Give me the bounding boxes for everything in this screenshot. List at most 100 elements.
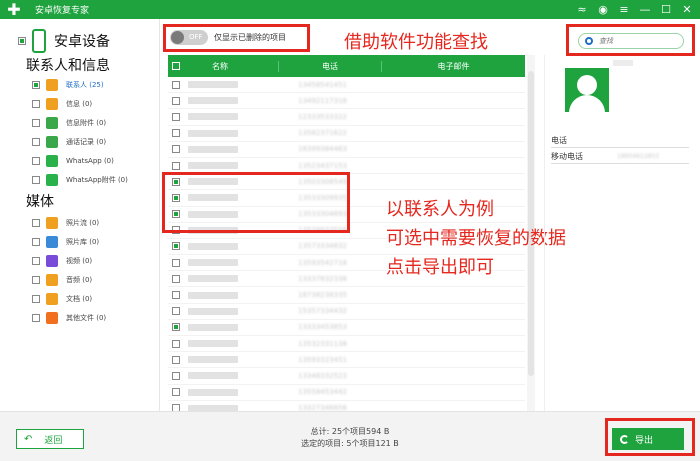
sidebar-item[interactable]: WhatsApp附件 (0): [32, 172, 128, 187]
sidebar-item[interactable]: 联系人 (25): [32, 77, 104, 92]
sidebar-item-checkbox[interactable]: [32, 237, 40, 246]
sidebar-item-checkbox[interactable]: [32, 218, 40, 227]
menu-icon[interactable]: ≡: [617, 3, 631, 16]
row-name: [188, 162, 238, 170]
row-phone: 13582371622: [298, 129, 347, 138]
attachment-icon: [46, 116, 58, 129]
row-phone: 13593323451: [298, 355, 347, 364]
detail-divider: [551, 147, 689, 148]
sidebar-item[interactable]: WhatsApp (0): [32, 153, 114, 168]
close-icon[interactable]: ✕: [680, 3, 694, 16]
sidebar-item[interactable]: 照片流 (0): [32, 215, 99, 230]
table-row[interactable]: 13458541451: [168, 77, 525, 94]
table-row[interactable]: 13593323451: [168, 352, 525, 369]
maximize-icon[interactable]: ☐: [659, 3, 673, 16]
sidebar-item[interactable]: 照片库 (0): [32, 234, 99, 249]
detail-mobile-value: 18954612853: [617, 153, 659, 160]
sidebar-item[interactable]: 视频 (0): [32, 253, 92, 268]
sidebar-item-checkbox[interactable]: [32, 99, 40, 108]
table-row[interactable]: 15357334432: [168, 304, 525, 320]
header-phone[interactable]: 电话: [278, 60, 381, 72]
row-phone: 13337832338: [298, 274, 347, 283]
row-checkbox[interactable]: [172, 355, 180, 364]
annotation-line: 可选中需要恢复的数据: [386, 228, 566, 249]
row-checkbox[interactable]: [172, 80, 180, 89]
row-phone: 15357334432: [298, 307, 347, 316]
row-checkbox[interactable]: [172, 145, 180, 154]
sidebar-item[interactable]: 通话记录 (0): [32, 134, 106, 149]
detail-divider: [551, 163, 689, 164]
table-row[interactable]: 12333533322: [168, 109, 525, 126]
video-icon: [46, 254, 58, 267]
sidebar-item-label: 通话记录 (0): [66, 137, 107, 146]
highlight-search-box: [566, 24, 695, 56]
message-icon: [46, 97, 58, 110]
highlight-export-button: [605, 418, 695, 456]
table-row[interactable]: 13532331138: [168, 336, 525, 353]
sidebar-item-checkbox[interactable]: [32, 313, 40, 322]
row-checkbox[interactable]: [172, 274, 180, 283]
sidebar-item[interactable]: 其他文件 (0): [32, 310, 106, 325]
row-checkbox[interactable]: [172, 307, 180, 316]
row-name: [188, 340, 238, 348]
highlight-selected-rows: [162, 172, 350, 233]
row-checkbox[interactable]: [172, 388, 180, 397]
row-checkbox[interactable]: [172, 291, 180, 300]
table-row[interactable]: 18738238335: [168, 287, 525, 304]
sidebar-item-checkbox[interactable]: [32, 156, 40, 165]
table-row[interactable]: 18399384463: [168, 142, 525, 158]
table-row[interactable]: 13558453442: [168, 385, 525, 401]
table-row[interactable]: 13348332523: [168, 368, 525, 385]
row-checkbox[interactable]: [172, 371, 180, 380]
row-checkbox[interactable]: [172, 161, 180, 170]
header-name[interactable]: 名称: [212, 61, 228, 72]
wifi-icon[interactable]: ≈: [575, 3, 589, 16]
row-name: [188, 307, 238, 315]
minimize-icon[interactable]: —: [638, 3, 652, 16]
avatar-icon: [565, 68, 609, 112]
sidebar-item-label: 照片流 (0): [66, 218, 100, 227]
table-row[interactable]: 13582371622: [168, 126, 525, 142]
table-row[interactable]: 13333453853: [168, 320, 525, 336]
sidebar-item-label: 其他文件 (0): [66, 313, 107, 322]
row-checkbox[interactable]: [172, 96, 180, 105]
row-name: [188, 242, 238, 250]
row-phone: 13492117316: [298, 96, 347, 105]
row-checkbox[interactable]: [172, 323, 180, 332]
row-checkbox[interactable]: [172, 129, 180, 138]
row-checkbox[interactable]: [172, 112, 180, 121]
chat-icon[interactable]: ◉: [596, 3, 610, 16]
sidebar-item-label: WhatsApp (0): [66, 156, 114, 165]
row-phone: 13333453853: [298, 323, 347, 332]
contact-detail-pane: 电话 移动电话 18954612853: [544, 55, 694, 411]
row-phone: 13558453442: [298, 388, 347, 397]
device-checkbox[interactable]: [18, 37, 26, 45]
row-name: [188, 275, 238, 283]
select-all-checkbox[interactable]: [172, 62, 180, 70]
row-name: [188, 81, 238, 89]
sidebar-item[interactable]: 信息 (0): [32, 96, 92, 111]
row-phone: 13458541451: [298, 80, 347, 89]
sidebar-item-checkbox[interactable]: [32, 256, 40, 265]
sidebar-item[interactable]: 信息附件 (0): [32, 115, 106, 130]
table-row[interactable]: 13492117316: [168, 93, 525, 110]
header-email[interactable]: 电子邮件: [381, 60, 525, 72]
device-row[interactable]: 安卓设备: [18, 29, 110, 53]
sidebar-item[interactable]: 音频 (0): [32, 272, 92, 287]
sidebar-item-checkbox[interactable]: [32, 118, 40, 127]
sidebar-item-checkbox[interactable]: [32, 294, 40, 303]
sidebar-item[interactable]: 文档 (0): [32, 291, 92, 306]
sidebar-item-checkbox[interactable]: [32, 80, 40, 89]
sidebar-item-checkbox[interactable]: [32, 275, 40, 284]
sidebar-item-checkbox[interactable]: [32, 175, 40, 184]
row-name: [188, 372, 238, 380]
row-checkbox[interactable]: [172, 339, 180, 348]
row-name: [188, 323, 238, 331]
sidebar-item-checkbox[interactable]: [32, 137, 40, 146]
row-checkbox[interactable]: [172, 258, 180, 267]
photo-library-icon: [46, 235, 58, 248]
row-name: [188, 97, 238, 105]
sidebar-item-label: 视频 (0): [66, 256, 93, 265]
row-phone: 13573334832: [298, 242, 347, 251]
row-checkbox[interactable]: [172, 242, 180, 251]
